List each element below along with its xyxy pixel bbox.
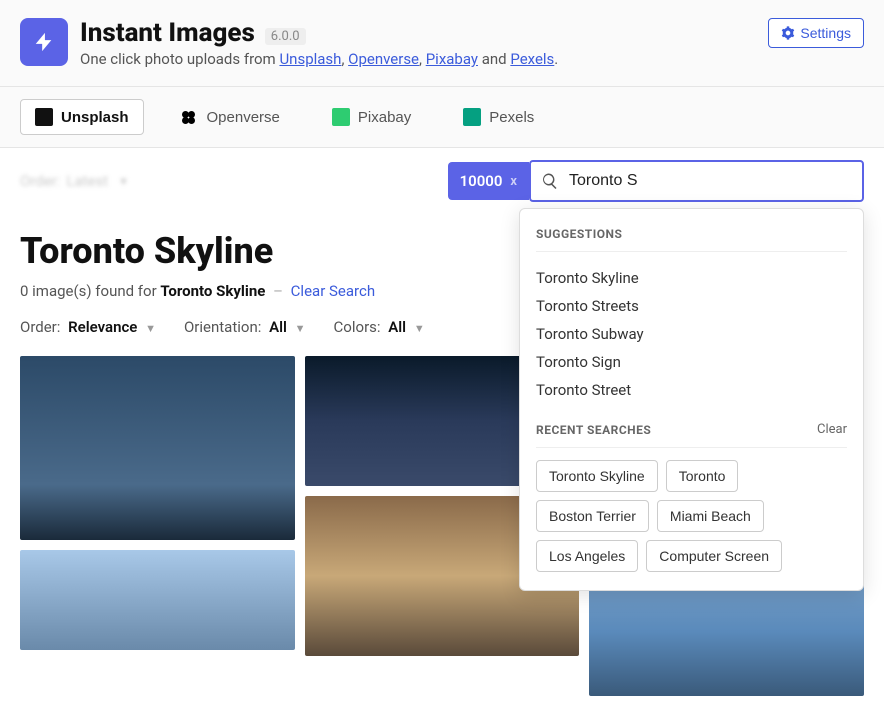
filter-label: Order: — [20, 318, 60, 336]
image-thumbnail[interactable] — [20, 550, 295, 650]
filter-label: Colors: — [334, 318, 381, 336]
order-filter-blurred: Order: Latest ▼ — [20, 172, 129, 190]
search-input[interactable] — [569, 172, 852, 190]
recent-pill[interactable]: Computer Screen — [646, 540, 782, 572]
chevron-down-icon: ▼ — [145, 322, 156, 335]
tab-openverse[interactable]: Openverse — [168, 99, 294, 135]
gear-icon — [781, 26, 795, 40]
recent-pill[interactable]: Toronto — [666, 460, 739, 492]
app-logo — [20, 18, 68, 66]
chevron-down-icon: ▼ — [295, 322, 306, 335]
clear-recent-button[interactable]: Clear — [817, 422, 847, 437]
suggestion-item[interactable]: Toronto Street — [536, 376, 847, 404]
result-count-pill: 10000 x — [448, 162, 529, 200]
provider-tabs: Unsplash Openverse Pixabay Pexels — [0, 87, 884, 148]
results-prefix: 0 image(s) found for — [20, 282, 160, 300]
pixabay-icon — [332, 108, 350, 126]
tab-pexels[interactable]: Pexels — [449, 99, 548, 135]
recent-list: Toronto Skyline Toronto Boston Terrier M… — [536, 460, 847, 572]
toolbar-right: 10000 x SUGGESTIONS Toronto Skyline Toro… — [448, 160, 864, 202]
search-wrap: SUGGESTIONS Toronto Skyline Toronto Stre… — [529, 160, 864, 202]
link-openverse[interactable]: Openverse — [348, 50, 419, 68]
suggestion-item[interactable]: Toronto Streets — [536, 292, 847, 320]
suggestion-item[interactable]: Toronto Sign — [536, 348, 847, 376]
separator: – — [273, 282, 283, 300]
tab-unsplash[interactable]: Unsplash — [20, 99, 144, 135]
pexels-icon — [463, 108, 481, 126]
tab-label: Pixabay — [358, 109, 411, 126]
search-box[interactable] — [529, 160, 864, 202]
recent-pill[interactable]: Toronto Skyline — [536, 460, 658, 492]
recent-pill[interactable]: Miami Beach — [657, 500, 764, 532]
recent-pill[interactable]: Boston Terrier — [536, 500, 649, 532]
openverse-icon — [182, 111, 189, 118]
tab-pixabay[interactable]: Pixabay — [318, 99, 425, 135]
tab-label: Openverse — [207, 109, 280, 126]
settings-button[interactable]: Settings — [768, 18, 864, 48]
recent-pill[interactable]: Los Angeles — [536, 540, 638, 572]
suggestion-item[interactable]: Toronto Subway — [536, 320, 847, 348]
suggestions-heading: SUGGESTIONS — [536, 227, 847, 252]
link-pixabay[interactable]: Pixabay — [426, 50, 478, 68]
filter-value: All — [388, 318, 406, 336]
chevron-down-icon: ▼ — [118, 175, 129, 188]
version-badge: 6.0.0 — [265, 28, 306, 45]
header-text: Instant Images 6.0.0 One click photo upl… — [80, 18, 558, 68]
clear-count-icon[interactable]: x — [510, 174, 517, 189]
search-dropdown: SUGGESTIONS Toronto Skyline Toronto Stre… — [519, 208, 864, 591]
recent-heading-row: RECENT SEARCHES Clear — [536, 422, 847, 448]
header-left: Instant Images 6.0.0 One click photo upl… — [20, 18, 558, 68]
unsplash-icon — [35, 108, 53, 126]
orientation-filter[interactable]: Orientation: All ▼ — [184, 318, 306, 336]
filter-value: Relevance — [68, 318, 137, 336]
lightning-icon — [33, 31, 55, 53]
filter-value: All — [269, 318, 287, 336]
search-icon — [541, 172, 559, 190]
colors-filter[interactable]: Colors: All ▼ — [334, 318, 425, 336]
tab-label: Pexels — [489, 109, 534, 126]
clear-search-link[interactable]: Clear Search — [291, 282, 375, 300]
order-filter[interactable]: Order: Relevance ▼ — [20, 318, 156, 336]
app-title: Instant Images — [80, 18, 255, 48]
header: Instant Images 6.0.0 One click photo upl… — [0, 0, 884, 87]
count-value: 10000 — [460, 172, 503, 190]
toolbar: Order: Latest ▼ 10000 x SUGGESTIONS Toro… — [0, 148, 884, 214]
suggestion-item[interactable]: Toronto Skyline — [536, 264, 847, 292]
image-thumbnail[interactable] — [20, 356, 295, 540]
link-unsplash[interactable]: Unsplash — [279, 50, 341, 68]
filter-label: Orientation: — [184, 318, 261, 336]
results-term: Toronto Skyline — [160, 282, 265, 300]
subtitle-prefix: One click photo uploads from — [80, 50, 279, 68]
link-pexels[interactable]: Pexels — [510, 50, 554, 68]
order-label: Order: — [20, 172, 60, 190]
settings-label: Settings — [800, 25, 851, 41]
recent-heading: RECENT SEARCHES — [536, 423, 651, 437]
chevron-down-icon: ▼ — [414, 322, 425, 335]
subtitle-and: and — [478, 50, 510, 68]
order-value: Latest — [66, 172, 108, 190]
tab-label: Unsplash — [61, 109, 129, 126]
subtitle: One click photo uploads from Unsplash, O… — [80, 50, 558, 68]
